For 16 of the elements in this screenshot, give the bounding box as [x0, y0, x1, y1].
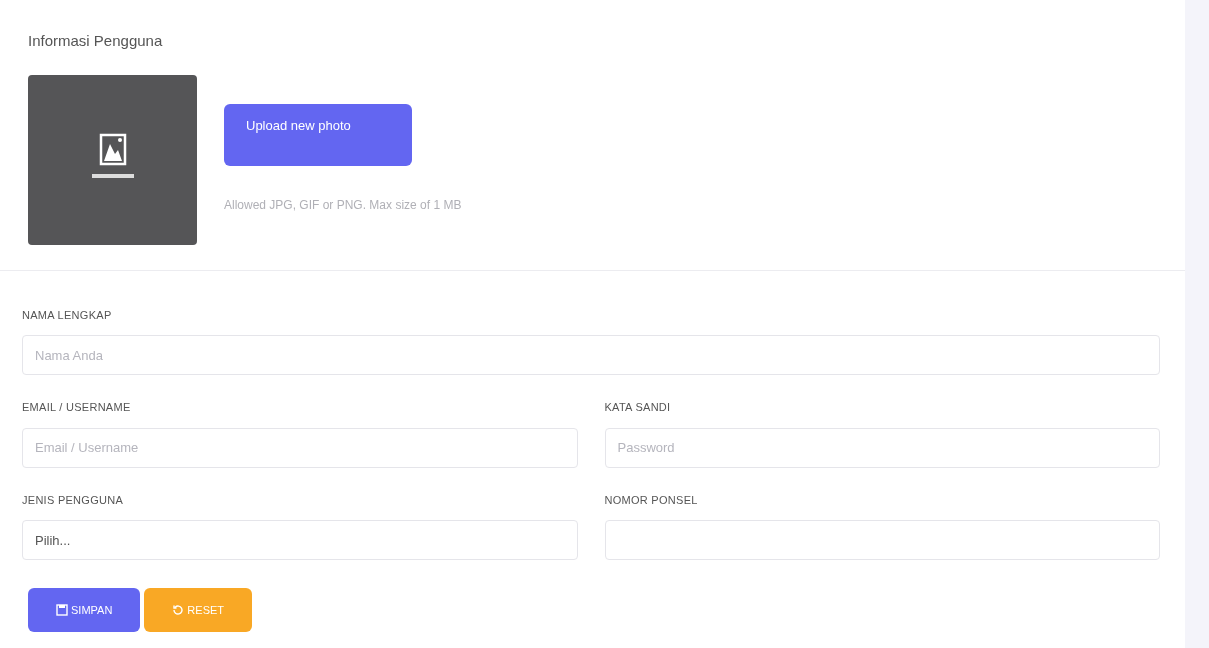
input-field[interactable]: Pilih... — [22, 520, 578, 560]
input-field[interactable]: Nama Anda — [22, 335, 1160, 375]
input-field[interactable]: Password — [604, 427, 1160, 468]
input-field[interactable] — [604, 520, 1160, 560]
upload-photo-button[interactable]: Upload new photo — [224, 103, 412, 166]
save-icon — [56, 604, 68, 616]
save-button[interactable]: SIMPAN — [28, 588, 141, 632]
reset-icon — [172, 604, 185, 616]
field-label: EMAIL / USERNAME — [22, 400, 132, 415]
section-title: Informasi Pengguna — [28, 31, 164, 51]
field-label: KATA SANDI — [604, 400, 672, 415]
field-label: NOMOR PONSEL — [604, 492, 699, 508]
field-label: NAMA LENGKAP — [22, 307, 113, 323]
input-field[interactable]: Email / Username — [22, 427, 578, 468]
upload-hint: Allowed JPG, GIF or PNG. Max size of 1 MB — [224, 196, 462, 214]
field-label: JENIS PENGGUNA — [22, 492, 125, 508]
